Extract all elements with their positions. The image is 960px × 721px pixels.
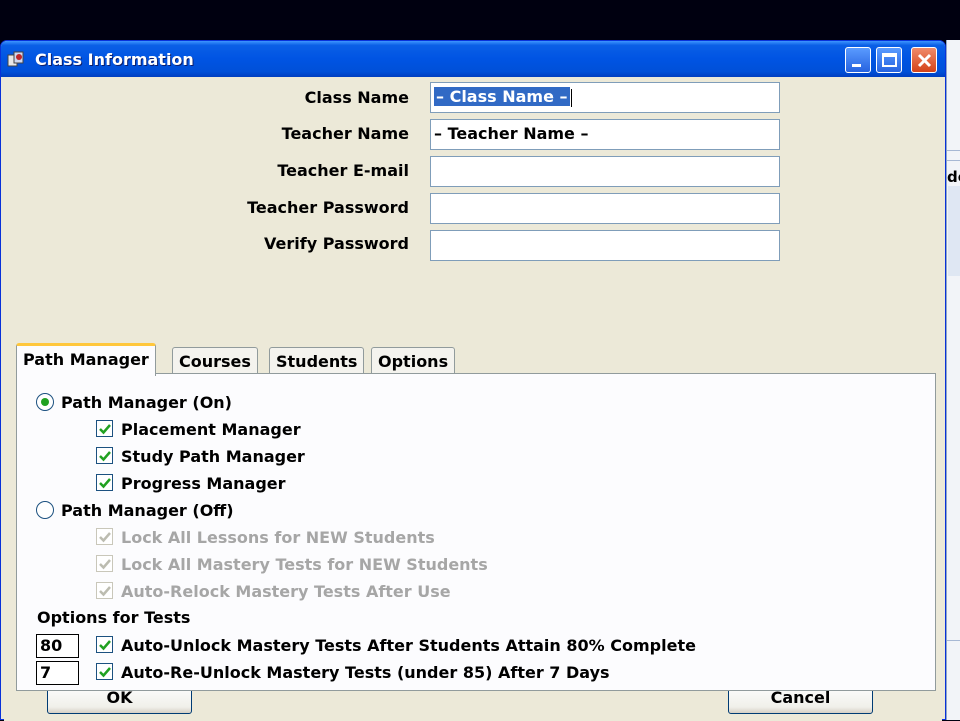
- background-text: de: [947, 168, 960, 186]
- verify-password-label: Verify Password: [264, 234, 409, 253]
- checkmark-icon: [99, 586, 111, 597]
- reunlock-days-input[interactable]: 7: [36, 661, 79, 685]
- checkmark-icon: [99, 640, 111, 651]
- class-name-field[interactable]: – Class Name –: [430, 82, 780, 113]
- study-path-manager-label: Study Path Manager: [121, 447, 305, 466]
- tab-courses[interactable]: Courses: [172, 347, 258, 374]
- lock-lessons-checkbox: [96, 528, 113, 545]
- teacher-email-label: Teacher E-mail: [277, 161, 409, 180]
- placement-manager-label: Placement Manager: [121, 420, 301, 439]
- background-window: [946, 40, 960, 720]
- class-name-value: – Class Name –: [434, 87, 570, 106]
- teacher-name-label: Teacher Name: [281, 124, 409, 143]
- checkmark-icon: [99, 478, 111, 489]
- window-title: Class Information: [35, 50, 194, 69]
- title-bar[interactable]: Class Information: [1, 41, 945, 77]
- tab-students[interactable]: Students: [269, 347, 365, 374]
- tab-options[interactable]: Options: [371, 347, 456, 374]
- teacher-email-field[interactable]: [430, 156, 780, 187]
- teacher-password-label: Teacher Password: [247, 198, 409, 217]
- maximize-button[interactable]: [876, 47, 902, 73]
- auto-relock-label: Auto-Relock Mastery Tests After Use: [121, 582, 451, 601]
- minimize-button[interactable]: [845, 47, 871, 73]
- auto-unlock-checkbox[interactable]: [96, 636, 113, 653]
- teacher-password-field[interactable]: [430, 193, 780, 224]
- progress-manager-checkbox[interactable]: [96, 474, 113, 491]
- options-for-tests-heading: Options for Tests: [37, 608, 191, 627]
- radio-selected-dot: [41, 398, 49, 406]
- study-path-manager-checkbox[interactable]: [96, 447, 113, 464]
- path-manager-off-label: Path Manager (Off): [61, 501, 234, 520]
- checkmark-icon: [99, 667, 111, 678]
- auto-unlock-label: Auto-Unlock Mastery Tests After Students…: [121, 636, 696, 655]
- checkmark-icon: [99, 532, 111, 543]
- verify-password-field[interactable]: [430, 230, 780, 261]
- maximize-icon: [882, 53, 897, 67]
- tab-path-manager[interactable]: Path Manager: [16, 343, 156, 376]
- class-name-label: Class Name: [304, 88, 409, 107]
- path-manager-on-radio[interactable]: [36, 393, 54, 411]
- close-icon: [917, 53, 932, 68]
- auto-reunlock-checkbox[interactable]: [96, 663, 113, 680]
- checkmark-icon: [99, 424, 111, 435]
- lock-lessons-label: Lock All Lessons for NEW Students: [121, 528, 435, 547]
- lock-mastery-tests-checkbox: [96, 555, 113, 572]
- auto-relock-checkbox: [96, 582, 113, 599]
- close-button[interactable]: [911, 47, 937, 73]
- background-panel: [948, 186, 960, 276]
- minimize-icon: [852, 64, 861, 67]
- path-manager-on-label: Path Manager (On): [61, 393, 232, 412]
- unlock-percent-input[interactable]: 80: [36, 634, 79, 658]
- checkmark-icon: [99, 559, 111, 570]
- dialog-body: Class Name – Class Name – Teacher Name –…: [4, 77, 942, 721]
- teacher-name-field[interactable]: – Teacher Name –: [430, 119, 780, 150]
- class-information-window: Class Information Class Name – Class Nam…: [0, 40, 946, 721]
- checkmark-icon: [99, 451, 111, 462]
- placement-manager-checkbox[interactable]: [96, 420, 113, 437]
- teacher-name-value: – Teacher Name –: [434, 124, 589, 143]
- lock-mastery-tests-label: Lock All Mastery Tests for NEW Students: [121, 555, 488, 574]
- text-caret: [570, 88, 572, 107]
- auto-reunlock-label: Auto-Re-Unlock Mastery Tests (under 85) …: [121, 663, 610, 682]
- progress-manager-label: Progress Manager: [121, 474, 286, 493]
- path-manager-off-radio[interactable]: [36, 501, 54, 519]
- app-icon: [7, 50, 25, 68]
- path-manager-panel: Path Manager (On) Placement Manager Stud…: [16, 373, 936, 691]
